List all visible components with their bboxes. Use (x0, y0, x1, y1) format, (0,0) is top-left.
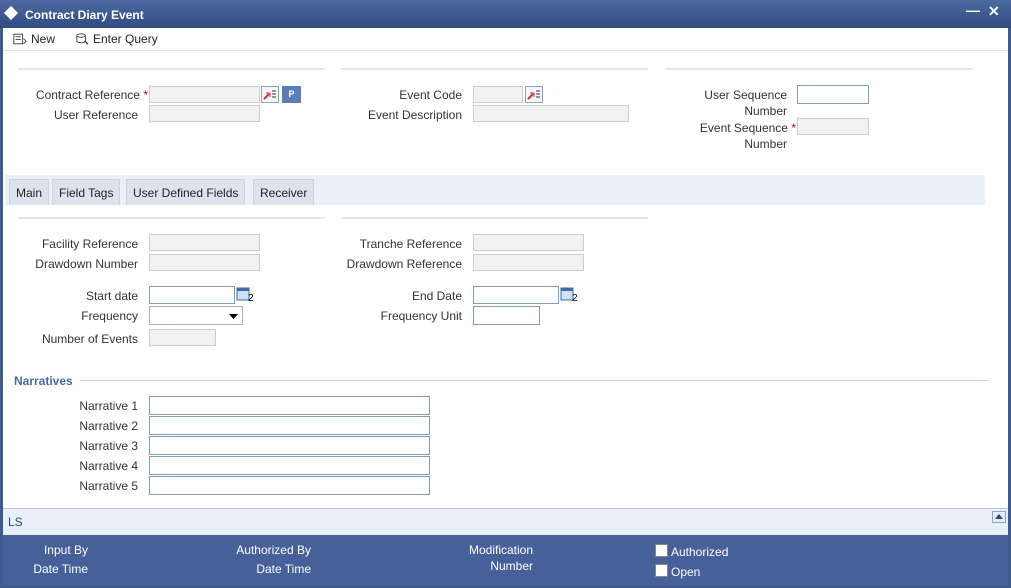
tab-separator (18, 217, 325, 219)
start-date-label: Start date (85, 289, 138, 303)
modification-number-label: Modification Number (468, 543, 533, 573)
end-date-label: End Date (411, 289, 462, 303)
drawdown-reference-label: Drawdown Reference (346, 257, 462, 271)
header-separator (665, 68, 973, 70)
number-of-events-label: Number of Events (41, 332, 138, 346)
narratives-heading: Narratives (14, 374, 73, 388)
tab-field-tags[interactable]: Field Tags (52, 179, 121, 205)
event-sequence-number-input[interactable] (797, 118, 869, 135)
svg-text:2: 2 (248, 293, 254, 303)
narrative-3-input[interactable] (149, 436, 430, 455)
narrative-3-label: Narrative 3 (79, 439, 138, 453)
audit-footer: Input By Date Time Authorized By Date Ti… (3, 535, 1008, 585)
tranche-reference-input[interactable] (473, 234, 584, 251)
authorized-label: Authorized (671, 545, 729, 559)
narrative-4-input[interactable] (149, 456, 430, 475)
open-label: Open (671, 565, 701, 579)
header-separator (341, 68, 648, 70)
start-date-input[interactable] (149, 286, 235, 304)
user-reference-label: User Reference (53, 108, 138, 122)
expand-up-icon[interactable] (992, 511, 1006, 523)
narrative-2-input[interactable] (149, 416, 430, 435)
query-icon (76, 33, 89, 45)
narrative-1-label: Narrative 1 (79, 399, 138, 413)
narrative-4-label: Narrative 4 (79, 459, 138, 473)
narrative-5-input[interactable] (149, 476, 430, 495)
title-bar: Contract Diary Event — ✕ (0, 0, 1011, 28)
open-checkbox[interactable] (655, 564, 668, 577)
end-date-calendar-icon[interactable]: 2 (560, 286, 580, 303)
narrative-2-label: Narrative 2 (79, 419, 138, 433)
drawdown-number-input[interactable] (149, 254, 260, 271)
drawdown-number-label: Drawdown Number (35, 257, 138, 271)
number-of-events-input[interactable] (149, 329, 216, 346)
status-text: LS (8, 515, 23, 529)
facility-reference-label: Facility Reference (41, 237, 138, 251)
new-label: New (31, 32, 56, 46)
frequency-select[interactable] (149, 306, 243, 325)
tranche-reference-label: Tranche Reference (359, 237, 462, 251)
tab-strip: Main Field Tags User Defined Fields Rece… (5, 175, 985, 205)
tab-separator (341, 217, 648, 219)
p-button[interactable]: P (282, 86, 301, 103)
narrative-5-label: Narrative 5 (79, 479, 138, 493)
event-code-label: Event Code (399, 88, 462, 102)
event-code-input[interactable] (473, 86, 523, 103)
frequency-unit-label: Frequency Unit (380, 309, 462, 323)
minimize-icon[interactable]: — (966, 2, 980, 18)
new-button[interactable]: New (13, 30, 55, 48)
toolbar: New Enter Query (3, 28, 1008, 51)
contract-reference-lov-icon[interactable] (261, 86, 279, 103)
contract-reference-label: Contract Reference * (35, 88, 148, 102)
window-title: Contract Diary Event (25, 8, 144, 22)
end-date-input[interactable] (473, 286, 559, 304)
tab-main[interactable]: Main (9, 179, 50, 205)
drawdown-reference-input[interactable] (473, 254, 584, 271)
facility-reference-input[interactable] (149, 234, 260, 251)
narratives-separator (80, 380, 990, 381)
header-separator (18, 68, 325, 70)
narrative-1-input[interactable] (149, 396, 430, 415)
status-bar: LS (3, 508, 1008, 535)
start-date-calendar-icon[interactable]: 2 (236, 286, 256, 303)
enter-query-label: Enter Query (93, 32, 158, 46)
enter-query-button[interactable]: Enter Query (75, 30, 158, 48)
contract-reference-input[interactable] (149, 86, 260, 103)
new-document-icon (13, 33, 27, 45)
tab-user-defined-fields[interactable]: User Defined Fields (126, 179, 246, 205)
event-sequence-number-label: Event Sequence * Number (699, 121, 796, 151)
event-description-input[interactable] (473, 105, 629, 122)
user-sequence-number-label: User Sequence Number (704, 88, 787, 118)
svg-text:2: 2 (572, 293, 578, 303)
form-content: New Enter Query Contract Reference * P U… (3, 28, 1008, 508)
event-code-lov-icon[interactable] (525, 86, 543, 103)
chevron-down-icon (229, 314, 238, 319)
authorized-checkbox[interactable] (655, 544, 668, 557)
frequency-unit-input[interactable] (473, 306, 540, 325)
date-time-label: Date Time (33, 562, 88, 576)
input-by-label: Input By (43, 543, 88, 557)
event-description-label: Event Description (367, 108, 462, 122)
user-sequence-number-input[interactable] (797, 85, 869, 104)
authorized-by-label: Authorized By (236, 543, 311, 557)
close-icon[interactable]: ✕ (988, 3, 1000, 20)
authorized-date-time-label: Date Time (256, 562, 311, 576)
tab-receiver[interactable]: Receiver (253, 179, 315, 205)
window-frame: Contract Diary Event — ✕ New Enter Query (0, 0, 1011, 588)
frequency-label: Frequency (81, 309, 138, 323)
user-reference-input[interactable] (149, 105, 260, 122)
app-diamond-icon (3, 5, 19, 21)
